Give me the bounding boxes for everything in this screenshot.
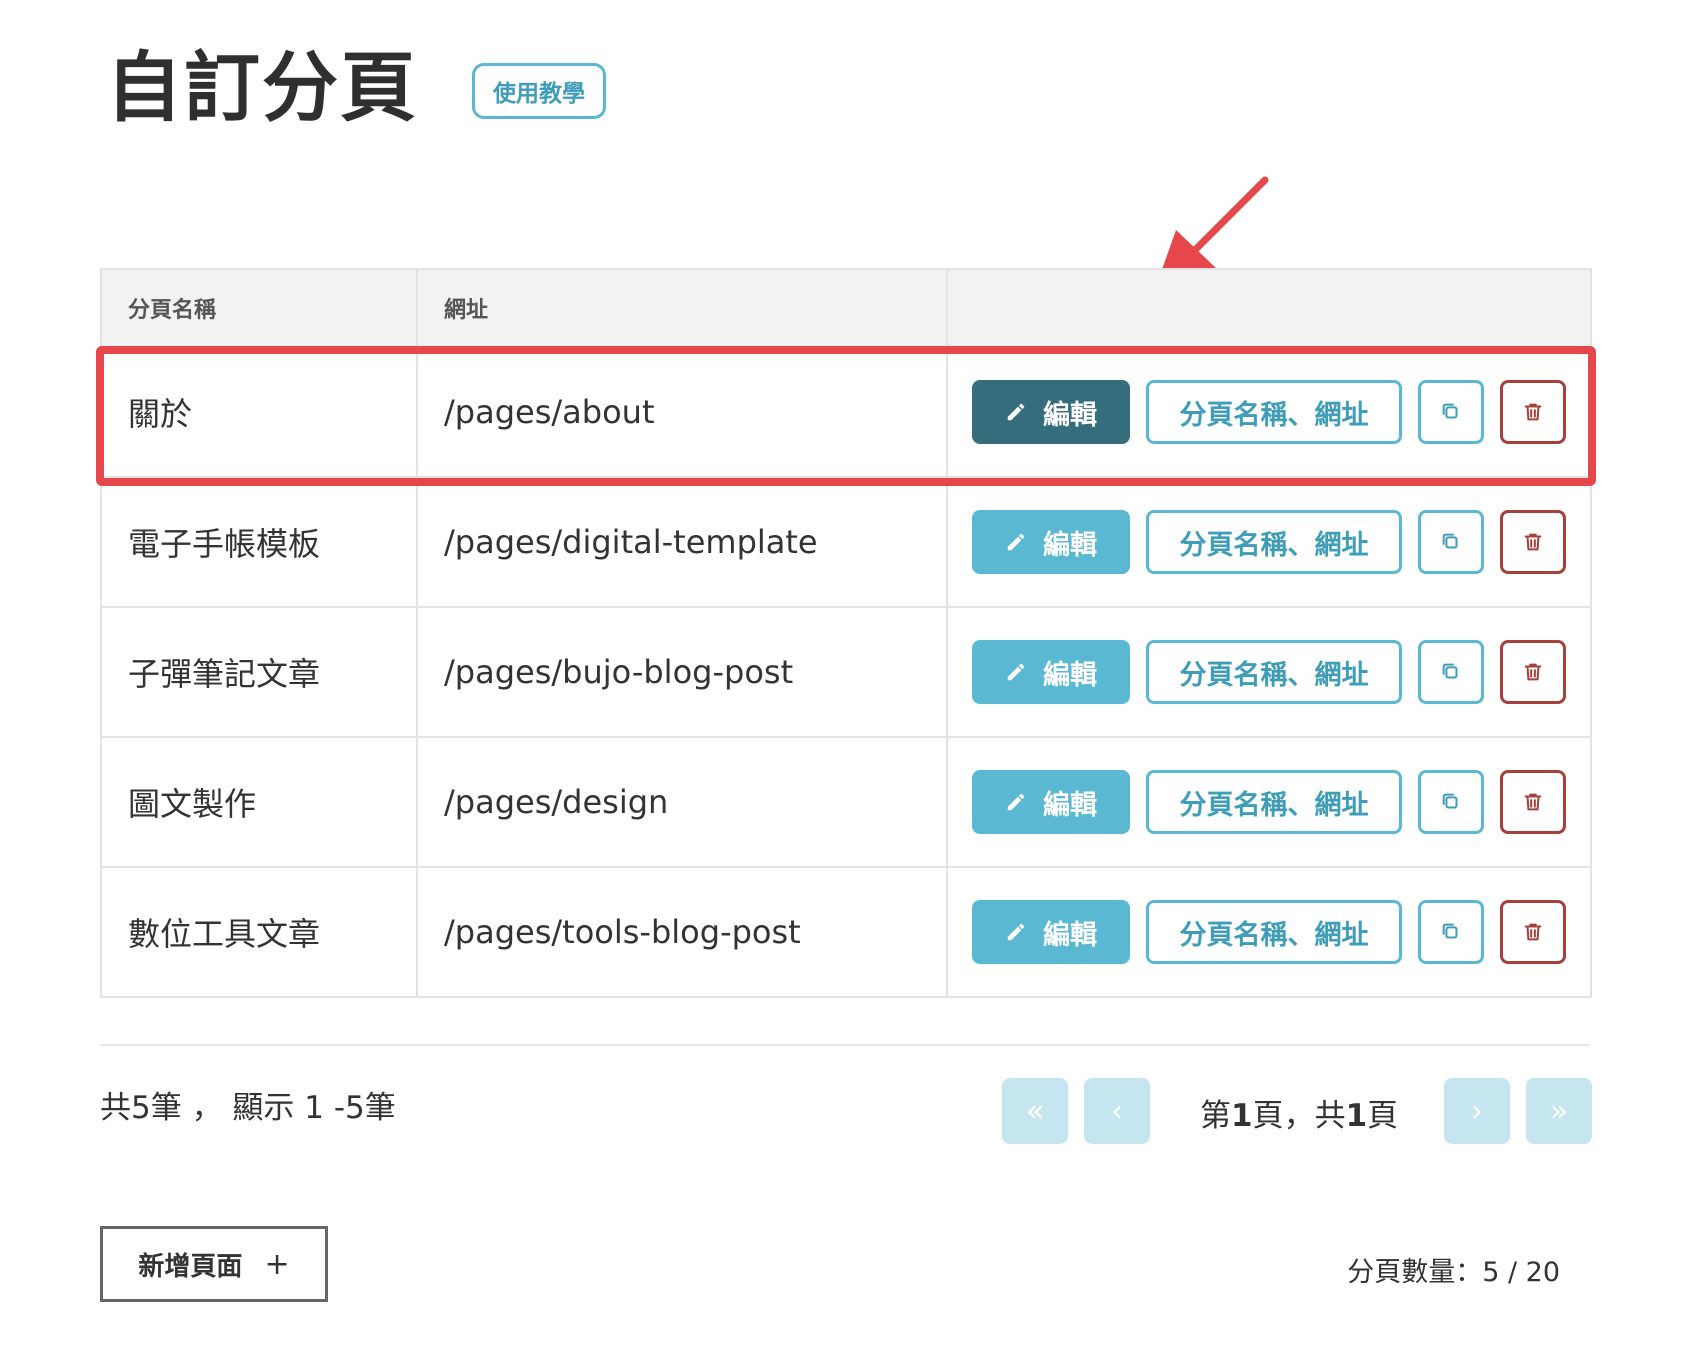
page-header: 自訂分頁 使用教學 [106, 50, 606, 126]
copy-icon [1442, 663, 1458, 679]
delete-button[interactable] [1500, 510, 1566, 574]
trash-icon [1524, 663, 1542, 681]
page-prefix: 第 [1200, 1098, 1231, 1134]
table-row: 電子手帳模板 /pages/digital-template 編輯 分頁名稱、網… [100, 476, 1592, 608]
table-row: 子彈筆記文章 /pages/bujo-blog-post 編輯 分頁名稱、網址 [100, 606, 1592, 738]
edit-button-label: 編輯 [1043, 659, 1097, 691]
edit-button-label: 編輯 [1043, 529, 1097, 561]
actions-cell: 編輯 分頁名稱、網址 [946, 346, 1592, 478]
page-name-cell: 數位工具文章 [100, 866, 418, 998]
edit-button[interactable]: 編輯 [972, 510, 1130, 574]
page-url-cell: /pages/design [416, 736, 948, 868]
edit-button[interactable]: 編輯 [972, 900, 1130, 964]
edit-button[interactable]: 編輯 [972, 640, 1130, 704]
edit-button[interactable]: 編輯 [972, 770, 1130, 834]
page-name-cell: 圖文製作 [100, 736, 418, 868]
plus-icon: + [264, 1246, 290, 1282]
add-page-button[interactable]: 新增頁面 + [100, 1226, 328, 1302]
total-pages: 1 [1345, 1098, 1368, 1134]
tutorial-button[interactable]: 使用教學 [472, 63, 606, 119]
trash-icon [1524, 403, 1542, 421]
page-name-cell: 電子手帳模板 [100, 476, 418, 608]
current-page: 1 [1231, 1098, 1253, 1134]
record-summary: 共5筆 ， 顯示 1 -5筆 [100, 1090, 396, 1126]
trash-icon [1524, 793, 1542, 811]
copy-icon [1442, 533, 1458, 549]
rename-button[interactable]: 分頁名稱、網址 [1146, 640, 1402, 704]
pencil-icon [1007, 923, 1025, 941]
page-url-cell: /pages/bujo-blog-post [416, 606, 948, 738]
page-middle: 頁，共 [1252, 1098, 1346, 1134]
trash-icon [1524, 923, 1542, 941]
page-title: 自訂分頁 [106, 43, 418, 132]
first-page-button[interactable]: « [1002, 1078, 1068, 1144]
page-url-cell: /pages/tools-blog-post [416, 866, 948, 998]
duplicate-button[interactable] [1418, 640, 1484, 704]
rename-button[interactable]: 分頁名稱、網址 [1146, 770, 1402, 834]
delete-button[interactable] [1500, 900, 1566, 964]
column-header-name: 分頁名稱 [100, 268, 418, 348]
last-page-button[interactable]: » [1526, 1078, 1592, 1144]
column-header-actions [946, 268, 1592, 348]
actions-cell: 編輯 分頁名稱、網址 [946, 866, 1592, 998]
next-page-button[interactable]: › [1444, 1078, 1510, 1144]
edit-button[interactable]: 編輯 [972, 380, 1130, 444]
copy-icon [1442, 403, 1458, 419]
duplicate-button[interactable] [1418, 380, 1484, 444]
page-name-cell: 子彈筆記文章 [100, 606, 418, 738]
delete-button[interactable] [1500, 640, 1566, 704]
pencil-icon [1007, 793, 1025, 811]
page-url-cell: /pages/about [416, 346, 948, 478]
table-row: 圖文製作 /pages/design 編輯 分頁名稱、網址 [100, 736, 1592, 868]
divider [100, 1044, 1590, 1046]
rename-button[interactable]: 分頁名稱、網址 [1146, 380, 1402, 444]
delete-button[interactable] [1500, 770, 1566, 834]
duplicate-button[interactable] [1418, 900, 1484, 964]
column-header-url: 網址 [416, 268, 948, 348]
copy-icon [1442, 793, 1458, 809]
edit-button-label: 編輯 [1043, 789, 1097, 821]
edit-button-label: 編輯 [1043, 919, 1097, 951]
pages-table: 分頁名稱 網址 關於 /pages/about 編輯 分頁名稱、網址 電子手帳模… [100, 268, 1592, 998]
duplicate-button[interactable] [1418, 510, 1484, 574]
pencil-icon [1007, 663, 1025, 681]
page-indicator: 第1頁，共1頁 [1200, 1090, 1398, 1135]
page-url-cell: /pages/digital-template [416, 476, 948, 608]
actions-cell: 編輯 分頁名稱、網址 [946, 736, 1592, 868]
trash-icon [1524, 533, 1542, 551]
delete-button[interactable] [1500, 380, 1566, 444]
actions-cell: 編輯 分頁名稱、網址 [946, 606, 1592, 738]
page-count: 分頁數量：5 / 20 [1347, 1257, 1560, 1288]
pencil-icon [1007, 403, 1025, 421]
table-row: 關於 /pages/about 編輯 分頁名稱、網址 [100, 346, 1592, 478]
prev-page-button[interactable]: ‹ [1084, 1078, 1150, 1144]
table-header-row: 分頁名稱 網址 [100, 268, 1592, 348]
pencil-icon [1007, 533, 1025, 551]
page-suffix: 頁 [1367, 1098, 1399, 1134]
rename-button[interactable]: 分頁名稱、網址 [1146, 900, 1402, 964]
actions-cell: 編輯 分頁名稱、網址 [946, 476, 1592, 608]
page-name-cell: 關於 [100, 346, 418, 478]
table-row: 數位工具文章 /pages/tools-blog-post 編輯 分頁名稱、網址 [100, 866, 1592, 998]
add-page-label: 新增頁面 [138, 1251, 243, 1282]
copy-icon [1442, 923, 1458, 939]
duplicate-button[interactable] [1418, 770, 1484, 834]
rename-button[interactable]: 分頁名稱、網址 [1146, 510, 1402, 574]
edit-button-label: 編輯 [1043, 399, 1097, 431]
